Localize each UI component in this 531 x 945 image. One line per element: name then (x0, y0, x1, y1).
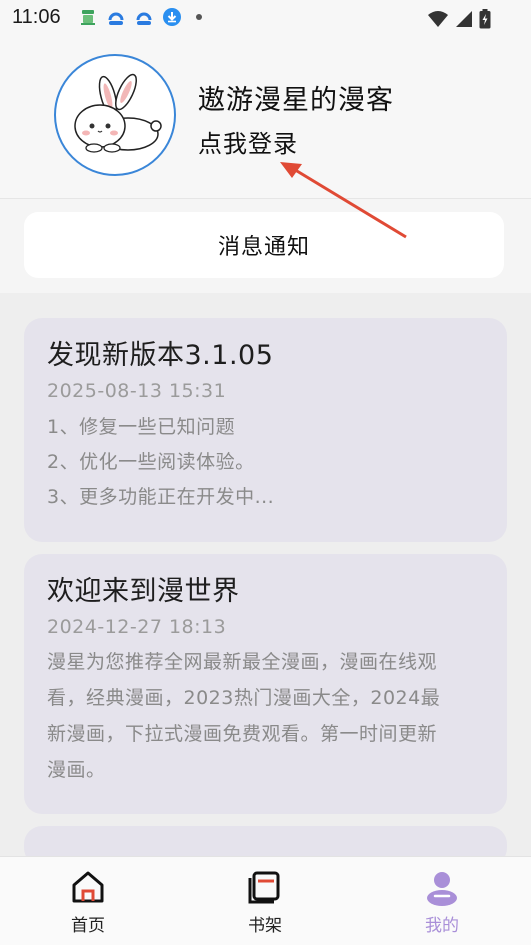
notice-card[interactable]: 发现新版本3.1.05 2025-08-13 15:31 1、修复一些已知问题 … (24, 318, 507, 542)
bookshelf-icon (248, 871, 280, 904)
profile-icon (427, 872, 457, 906)
download-icon (163, 8, 181, 26)
nav-home[interactable]: 首页 (43, 867, 133, 936)
home-icon (72, 871, 104, 903)
notifications-label: 消息通知 (217, 235, 310, 260)
profile-header: 遨游漫星的漫客 点我登录 (0, 36, 531, 199)
nav-profile[interactable]: 我的 (397, 867, 487, 936)
notice-date: 2024-12-27 18:13 (47, 616, 227, 638)
notifications-button[interactable]: 消息通知 (24, 212, 504, 278)
notice-line: 2、优化一些阅读体验。 (47, 451, 255, 473)
battery-icon (479, 9, 491, 29)
notice-line: 3、更多功能正在开发中... (47, 486, 275, 508)
status-time: 11:06 (12, 6, 61, 28)
cloud-icon (136, 12, 152, 25)
app-notify-icon (81, 10, 95, 25)
rabbit-avatar-icon (74, 73, 162, 153)
notice-body-line: 看，经典漫画，2023热门漫画大全，2024最 (47, 687, 441, 709)
notice-date: 2025-08-13 15:31 (47, 380, 227, 402)
nav-profile-label: 我的 (425, 916, 459, 936)
nav-home-label: 首页 (71, 916, 105, 936)
notice-body-line: 漫星为您推荐全网最新最全漫画，漫画在线观 (47, 651, 438, 673)
username: 遨游漫星的漫客 (198, 85, 394, 116)
cloud-icon (108, 12, 124, 25)
status-bar: 11:06 (0, 0, 531, 36)
avatar[interactable] (54, 54, 176, 176)
notice-title: 欢迎来到漫世界 (47, 576, 240, 607)
dot-icon (196, 14, 202, 20)
nav-bookshelf[interactable]: 书架 (220, 867, 310, 936)
notice-body-line: 新漫画，下拉式漫画免费观看。第一时间更新 (47, 723, 438, 745)
bottom-nav: 首页 书架 我的 (0, 856, 531, 945)
login-link[interactable]: 点我登录 (198, 124, 298, 159)
notice-title: 发现新版本3.1.05 (47, 340, 274, 371)
notice-body-line: 漫画。 (47, 759, 106, 781)
notice-card[interactable]: 欢迎来到漫世界 2024-12-27 18:13 漫星为您推荐全网最新最全漫画，… (24, 554, 507, 814)
notice-line: 1、修复一些已知问题 (47, 416, 236, 438)
signal-icon (456, 11, 472, 27)
nav-bookshelf-label: 书架 (248, 916, 282, 936)
wifi-icon (428, 11, 448, 27)
